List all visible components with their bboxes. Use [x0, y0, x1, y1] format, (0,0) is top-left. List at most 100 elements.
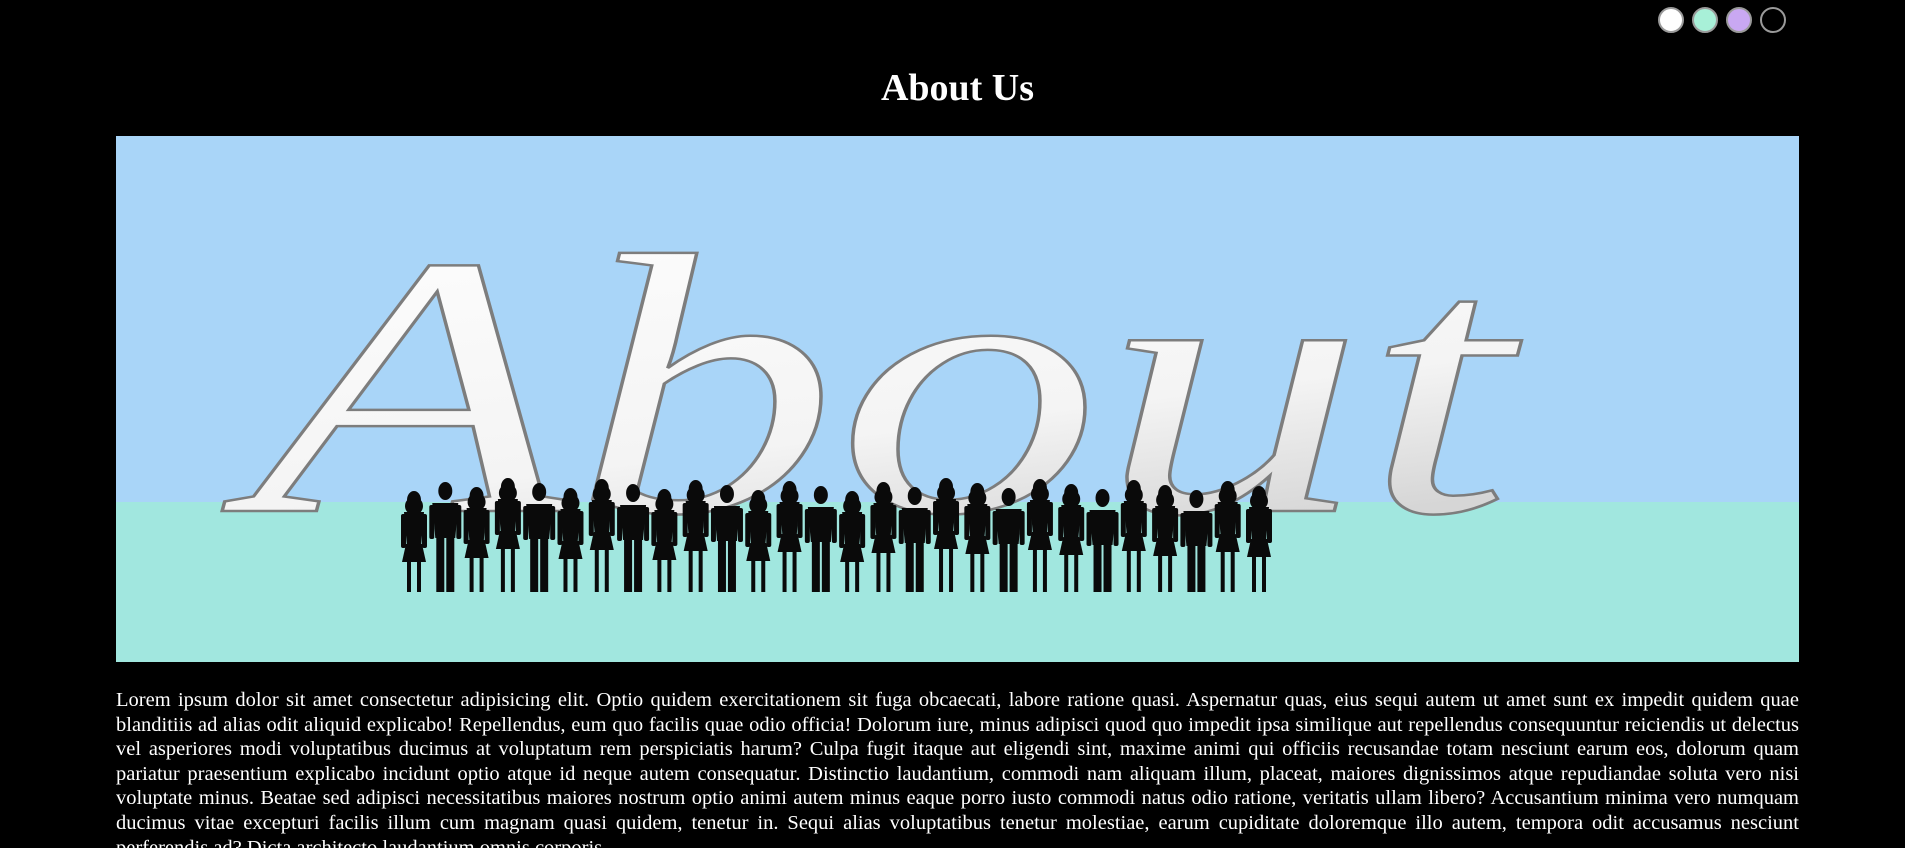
person-leg	[1042, 548, 1047, 592]
page-title: About Us	[880, 67, 1035, 109]
person-arm	[682, 503, 688, 537]
person-leg	[1126, 549, 1131, 592]
theme-swatch-black[interactable]	[1760, 7, 1786, 33]
person-leg	[604, 548, 609, 592]
person-skirt	[402, 544, 426, 562]
person-arm	[523, 506, 529, 540]
person-arm	[870, 505, 876, 539]
person-torso	[1217, 502, 1238, 537]
person-arm	[1180, 513, 1186, 547]
hero-banner-image: About	[116, 136, 1799, 662]
person-torso	[1155, 506, 1176, 541]
person-arm	[1246, 509, 1251, 543]
person-skirt	[683, 533, 708, 551]
person-leg	[1103, 542, 1112, 592]
person-leg	[905, 540, 914, 592]
person-leg	[634, 537, 643, 592]
person-torso	[936, 499, 957, 534]
person-torso	[995, 509, 1022, 544]
person-arm	[797, 504, 803, 538]
person-skirt	[589, 532, 614, 550]
person-arm	[964, 506, 970, 540]
person-arm	[1019, 511, 1025, 545]
person-arm	[1214, 504, 1220, 538]
person-leg	[1074, 553, 1079, 592]
person-skirt	[1153, 538, 1178, 556]
theme-swatch-white[interactable]	[1658, 7, 1684, 33]
person-arm	[578, 511, 584, 545]
person-leg	[939, 547, 944, 592]
person-leg	[1230, 550, 1235, 592]
person-head	[1189, 490, 1204, 508]
person-leg	[563, 557, 568, 592]
person-arm	[954, 501, 960, 535]
person-leg	[761, 559, 766, 592]
person-head	[1095, 489, 1110, 507]
person-torso	[873, 503, 894, 538]
theme-swatch-mint[interactable]	[1692, 7, 1718, 33]
person-arm	[617, 507, 623, 541]
person-torso	[1061, 505, 1082, 540]
person-arm	[1207, 513, 1213, 547]
person-arm	[737, 508, 743, 542]
person-leg	[698, 549, 703, 592]
person-arm	[1267, 509, 1272, 543]
theme-switcher	[1658, 7, 1786, 33]
person-head	[626, 484, 641, 502]
person-arm	[1235, 504, 1241, 538]
person-arm	[933, 501, 939, 535]
person-arm	[1086, 512, 1092, 546]
person-torso	[779, 502, 800, 537]
person-skirt	[464, 540, 489, 558]
person-arm	[588, 502, 594, 536]
person-torso	[404, 512, 424, 547]
intro-paragraph: Lorem ipsum dolor sit amet consectetur a…	[116, 689, 1799, 848]
person-leg	[1032, 548, 1037, 592]
person-leg	[855, 560, 860, 592]
person-leg	[782, 550, 787, 592]
person-head	[907, 487, 922, 505]
person-torso	[466, 508, 487, 543]
person-leg	[1252, 555, 1256, 592]
person-arm	[484, 510, 490, 544]
person-torso	[560, 509, 581, 544]
person-arm	[422, 514, 427, 548]
person-torso	[654, 510, 675, 545]
person-torso	[1123, 501, 1144, 536]
person-arm	[1079, 507, 1085, 541]
person-torso	[1089, 510, 1116, 545]
person-arm	[860, 514, 866, 548]
person-leg	[594, 548, 599, 592]
person-arm	[766, 513, 772, 547]
person-torso	[591, 500, 612, 535]
person-leg	[500, 547, 505, 592]
person-head	[438, 482, 453, 500]
person-torso	[620, 505, 647, 540]
person-torso	[526, 504, 553, 539]
person-leg	[436, 535, 445, 592]
person-arm	[1152, 508, 1158, 542]
person-arm	[1058, 507, 1064, 541]
person-leg	[469, 556, 474, 592]
person-skirt	[652, 542, 677, 560]
person-arm	[839, 514, 845, 548]
person-leg	[1158, 554, 1163, 592]
person-leg	[1220, 550, 1225, 592]
person-torso	[1029, 500, 1050, 535]
person-leg	[1064, 553, 1069, 592]
person-leg	[792, 550, 797, 592]
person-leg	[624, 537, 633, 592]
person-skirt	[1121, 533, 1146, 551]
person-leg	[407, 560, 411, 592]
person-skirt	[746, 543, 771, 561]
person-skirt	[1215, 534, 1240, 552]
person-torso	[497, 499, 518, 534]
person-arm	[651, 512, 657, 546]
person-torso	[901, 508, 928, 543]
person-skirt	[777, 534, 802, 552]
person-arm	[557, 511, 563, 545]
person-leg	[876, 551, 881, 592]
person-leg	[1262, 555, 1266, 592]
theme-swatch-lavender[interactable]	[1726, 7, 1752, 33]
person-leg	[1093, 542, 1102, 592]
